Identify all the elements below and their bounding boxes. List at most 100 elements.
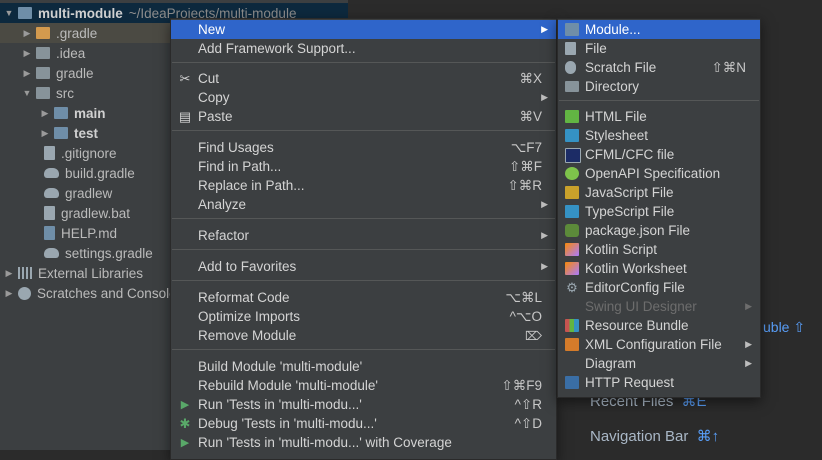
submenu-item-html-file[interactable]: HTML File [558,107,760,126]
submenu-item-resource-bundle[interactable]: Resource Bundle [558,316,760,335]
menu-item-run-with-coverage[interactable]: ▶ Run 'Tests in 'multi-modu...' with Cov… [171,433,556,452]
menu-shortcut: ⇧⌘F9 [501,377,542,393]
file-icon [44,206,55,220]
submenu-item-cfml-file[interactable]: CFML/CFC file [558,145,760,164]
submenu-item-package-json[interactable]: package.json File [558,221,760,240]
delete-key-icon: ⌦ [525,328,542,343]
menu-item-label: Run 'Tests in 'multi-modu...' with Cover… [198,435,452,450]
submenu-arrow-icon: ▶ [745,339,752,349]
editor-hint-partial: uble ⇧ [763,319,805,336]
libraries-icon [18,267,32,279]
submenu-item-xml-config[interactable]: XML Configuration File ▶ [558,335,760,354]
menu-item-label: Scratch File [585,60,657,75]
submenu-arrow-icon: ▶ [541,261,548,271]
chevron-right-icon[interactable]: ▶ [22,68,32,79]
menu-item-paste[interactable]: ▤ Paste ⌘V [171,107,556,126]
submenu-item-kotlin-script[interactable]: Kotlin Script [558,240,760,259]
tree-label: build.gradle [65,165,135,181]
submenu-item-editorconfig[interactable]: ⚙ EditorConfig File [558,278,760,297]
submenu-arrow-icon: ▶ [745,358,752,368]
menu-item-label: Build Module 'multi-module' [198,359,363,374]
chevron-right-icon[interactable]: ▶ [40,108,50,119]
menu-item-label: XML Configuration File [585,337,722,352]
module-folder-icon [18,7,32,19]
gear-icon: ⚙ [566,279,578,295]
menu-shortcut: ^⇧R [514,396,542,412]
submenu-item-diagram[interactable]: Diagram ▶ [558,354,760,373]
editor-hint-navigation-bar: Navigation Bar ⌘↑ [590,427,719,445]
menu-item-copy[interactable]: Copy ▶ [171,88,556,107]
folder-icon [36,47,50,59]
chevron-down-icon[interactable]: ▼ [4,8,14,18]
submenu-arrow-icon: ▶ [541,199,548,209]
chevron-right-icon[interactable]: ▶ [4,268,14,279]
submenu-item-module[interactable]: Module... [558,20,760,39]
submenu-item-stylesheet[interactable]: Stylesheet [558,126,760,145]
menu-item-analyze[interactable]: Analyze ▶ [171,195,556,214]
menu-item-optimize-imports[interactable]: Optimize Imports ^⌥O [171,307,556,326]
folder-orange-icon [36,27,50,39]
menu-shortcut: ⌥⌘L [505,289,542,305]
menu-item-rebuild-module[interactable]: Rebuild Module 'multi-module' ⇧⌘F9 [171,376,556,395]
submenu-item-scratch-file[interactable]: Scratch File ⇧⌘N [558,58,760,77]
menu-item-label: Refactor [198,228,250,243]
chevron-right-icon[interactable]: ▶ [4,288,14,299]
menu-item-reformat-code[interactable]: Reformat Code ⌥⌘L [171,288,556,307]
menu-item-label: HTML File [585,109,647,124]
kotlin-icon [565,262,579,275]
menu-item-find-in-path[interactable]: Find in Path... ⇧⌘F [171,157,556,176]
gradle-icon [44,168,59,178]
menu-item-run-tests[interactable]: ▶ Run 'Tests in 'multi-modu...' ^⇧R [171,395,556,414]
tree-label: gradlew [65,185,113,201]
menu-shortcut: ⇧⌘F [508,158,542,174]
menu-item-label: package.json File [585,223,691,238]
resource-bundle-icon [565,319,579,332]
menu-separator [172,349,555,350]
tree-label: External Libraries [38,265,144,281]
menu-item-find-usages[interactable]: Find Usages ⌥F7 [171,138,556,157]
tree-label: .idea [56,45,86,61]
menu-item-label: Resource Bundle [585,318,689,333]
folder-icon [565,81,579,92]
scratch-file-icon [565,61,576,74]
menu-item-label: File [585,41,607,56]
menu-item-add-to-favorites[interactable]: Add to Favorites ▶ [171,257,556,276]
html-file-icon [565,110,579,123]
menu-shortcut: ^⇧D [514,415,542,431]
menu-item-cut[interactable]: ✂ Cut ⌘X [171,69,556,88]
tree-label: .gradle [56,25,98,41]
menu-item-build-module[interactable]: Build Module 'multi-module' [171,357,556,376]
submenu-item-openapi[interactable]: OpenAPI Specification [558,164,760,183]
clipboard-icon: ▤ [178,108,192,124]
submenu-item-directory[interactable]: Directory [558,77,760,96]
menu-item-label: OpenAPI Specification [585,166,721,181]
menu-item-debug-tests[interactable]: ✱ Debug 'Tests in 'multi-modu...' ^⇧D [171,414,556,433]
xml-file-icon [565,338,579,351]
menu-item-label: Reformat Code [198,290,290,305]
menu-item-add-framework-support[interactable]: Add Framework Support... [171,39,556,58]
submenu-item-swing-ui-designer[interactable]: Swing UI Designer ▶ [558,297,760,316]
submenu-item-http-request[interactable]: HTTP Request [558,373,760,392]
submenu-item-javascript-file[interactable]: JavaScript File [558,183,760,202]
menu-item-remove-module[interactable]: Remove Module ⌦ [171,326,556,345]
menu-item-refactor[interactable]: Refactor ▶ [171,226,556,245]
submenu-item-file[interactable]: File [558,39,760,58]
submenu-item-typescript-file[interactable]: TypeScript File [558,202,760,221]
chevron-down-icon[interactable]: ▼ [22,88,32,98]
menu-item-label: Find Usages [198,140,274,155]
gradle-icon [44,248,59,258]
debug-icon: ✱ [179,415,191,431]
cfml-file-icon [565,148,581,163]
menu-item-label: Run 'Tests in 'multi-modu...' [198,397,362,412]
context-menu: New ▶ Add Framework Support... ✂ Cut ⌘X … [170,18,557,460]
menu-item-label: CFML/CFC file [585,147,675,162]
menu-item-new[interactable]: New ▶ [171,20,556,39]
tree-label: src [56,85,74,101]
scratches-icon [18,286,31,300]
chevron-right-icon[interactable]: ▶ [22,48,32,59]
submenu-item-kotlin-worksheet[interactable]: Kotlin Worksheet [558,259,760,278]
menu-item-replace-in-path[interactable]: Replace in Path... ⇧⌘R [171,176,556,195]
menu-item-label: Stylesheet [585,128,649,143]
chevron-right-icon[interactable]: ▶ [22,28,32,39]
chevron-right-icon[interactable]: ▶ [40,128,50,139]
